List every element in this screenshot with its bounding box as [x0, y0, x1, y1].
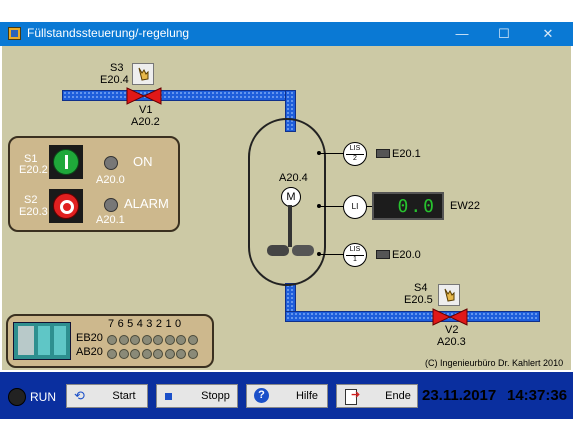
ab-led-bit-5 [130, 349, 140, 359]
valve-v1-address: A20.2 [131, 116, 160, 128]
refresh-icon: ⟲ [74, 388, 85, 403]
title-bar: Füllstandssteuerung/-regelung — ☐ ✕ [0, 22, 573, 46]
hand-switch-s3-button[interactable] [132, 63, 154, 85]
time-text: 14:37:36 [507, 387, 568, 404]
run-lamp [8, 388, 26, 406]
plc-bit-numbers: 7 6 5 4 3 2 1 0 [108, 318, 182, 330]
ab-led-bit-3 [153, 349, 163, 359]
switch-s4-address: E20.5 [404, 294, 433, 306]
plc-module-icon [13, 322, 71, 360]
sensor-dot-li [317, 204, 321, 208]
maximize-button[interactable]: ☐ [484, 22, 524, 46]
s2-label: S2 [24, 194, 38, 206]
lamp-e20-1-label: E20.1 [392, 148, 421, 160]
eb-led-bit-3 [153, 335, 163, 345]
start-button[interactable]: ⟲ Start [66, 384, 148, 408]
eb-led-bit-5 [130, 335, 140, 345]
switch-s4-label: S4 [414, 282, 428, 294]
ab-led-bit-1 [176, 349, 186, 359]
eb-led-bit-2 [164, 335, 175, 345]
alarm-lamp-address: A20.1 [96, 214, 125, 226]
plc-ab-label: AB20 [76, 346, 103, 358]
eb-led-bit-1 [176, 335, 186, 345]
level-display-value: 0.0 [397, 196, 436, 217]
end-button-label: Ende [385, 390, 411, 402]
valve-v1-label: V1 [139, 104, 153, 116]
sensor-lis1-tag: LIS [349, 246, 361, 253]
window-title: Füllstandssteuerung/-regelung [27, 26, 190, 40]
inlet-pipe-horizontal [62, 90, 296, 101]
alarm-lamp [104, 198, 118, 212]
plc-eb-label: EB20 [76, 332, 103, 344]
time-display: 14:37:36 [507, 387, 567, 404]
start-button-label: Start [112, 390, 136, 402]
on-lamp [104, 156, 118, 170]
help-button-label: Hilfe [295, 390, 318, 402]
sensor-li-tag: LI [351, 202, 359, 211]
stop-pushbutton-s2[interactable] [49, 189, 83, 223]
s1-address: E20.2 [19, 164, 48, 176]
minimize-button[interactable]: — [442, 22, 482, 46]
sensor-dot-lis2 [317, 151, 321, 155]
ab-led-bit-0 [187, 349, 198, 359]
eb-led-bit-7 [107, 335, 117, 345]
lamp-e20-0-label: E20.0 [392, 249, 421, 261]
hand-switch-s4-button[interactable] [438, 284, 460, 306]
help-icon: ? [254, 388, 269, 403]
lamp-e20-0 [376, 250, 390, 259]
ab-led-bit-6 [118, 349, 129, 359]
s2-address: E20.3 [19, 206, 48, 218]
sensor-lis2-tag: LIS [349, 145, 361, 152]
sensor-lis1: LIS 1 [343, 243, 367, 267]
sensor-lis2-number: 2 [353, 155, 357, 162]
app-icon [8, 27, 21, 40]
start-pushbutton-s1[interactable] [49, 145, 83, 179]
sensor-li: LI [343, 195, 367, 219]
outlet-pipe-horizontal [285, 311, 540, 322]
agitator-blade-right [292, 245, 314, 256]
exit-arrow-icon: ➔ [351, 389, 361, 401]
ab-led-bit-2 [164, 349, 175, 359]
motor-address: A20.4 [279, 172, 308, 184]
agitator-blade-left [267, 245, 289, 256]
end-button[interactable]: ➔ Ende [336, 384, 418, 408]
sensor-dot-lis1 [317, 252, 321, 256]
sensor-line-lis2 [320, 153, 344, 154]
eb-led-bit-0 [187, 335, 198, 345]
date-text: 23.11.2017 [422, 387, 497, 404]
sensor-line-li [320, 206, 344, 207]
hand-icon [444, 288, 455, 302]
stop-button[interactable]: Stopp [156, 384, 238, 408]
power-on-icon [65, 155, 68, 169]
level-display: 0.0 [372, 192, 444, 220]
alarm-label: ALARM [124, 196, 169, 211]
power-off-icon [60, 200, 74, 214]
switch-s3-address: E20.4 [100, 74, 129, 86]
motor-symbol: M [281, 187, 301, 207]
run-label: RUN [30, 390, 56, 404]
ab-led-bit-4 [141, 349, 152, 359]
valve-v1[interactable] [124, 86, 164, 106]
valve-v2-address: A20.3 [437, 336, 466, 348]
sensor-lis1-number: 1 [353, 256, 357, 263]
valve-v2-label: V2 [445, 324, 459, 336]
help-button[interactable]: ? Hilfe [246, 384, 328, 408]
agitator-shaft [288, 205, 292, 247]
stop-button-label: Stopp [201, 390, 230, 402]
display-label: EW22 [450, 200, 480, 212]
on-label: ON [133, 154, 153, 169]
sensor-lis2: LIS 2 [343, 142, 367, 166]
eb-led-bit-4 [141, 335, 152, 345]
on-lamp-address: A20.0 [96, 174, 125, 186]
lamp-e20-1 [376, 149, 390, 158]
sensor-line-lis1 [320, 254, 344, 255]
switch-s3-label: S3 [110, 62, 124, 74]
date-display: 23.11.2017 [422, 387, 496, 404]
hand-icon [138, 67, 149, 81]
eb-led-bit-6 [118, 335, 129, 345]
close-button[interactable]: ✕ [528, 22, 568, 46]
stop-icon [165, 393, 172, 400]
copyright-text: (C) Ingenieurbüro Dr. Kahlert 2010 [425, 358, 564, 368]
ab-led-bit-7 [107, 349, 117, 359]
